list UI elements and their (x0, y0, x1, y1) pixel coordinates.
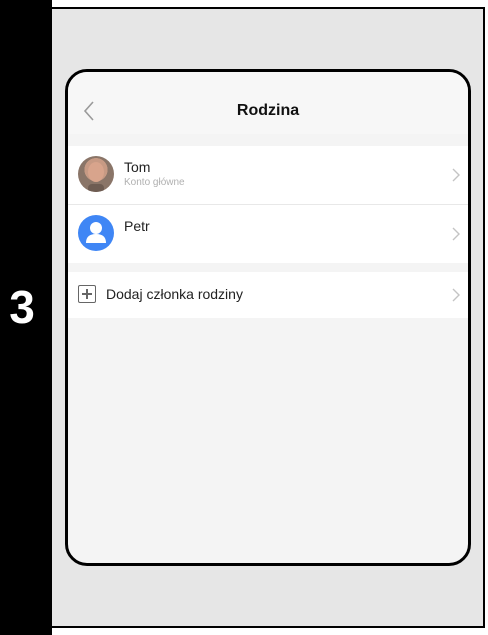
add-member-button[interactable]: Dodaj członka rodziny (68, 272, 468, 318)
member-row-tom[interactable]: Tom Konto główne (68, 146, 468, 204)
members-list: Tom Konto główne Petr (68, 146, 468, 263)
member-name: Petr (124, 218, 150, 234)
default-user-icon (86, 222, 106, 243)
member-name: Tom (124, 159, 151, 175)
page-title: Rodzina (236, 102, 300, 119)
chevron-right-icon (452, 227, 460, 241)
add-member-label: Dodaj członka rodziny (106, 286, 243, 302)
plus-square-icon (78, 285, 96, 303)
phone-screen: Rodzina Tom Konto główne Petr Dodaj czło… (65, 69, 471, 566)
avatar (78, 215, 114, 251)
add-member-section: Dodaj członka rodziny (68, 272, 468, 318)
chevron-right-icon (452, 168, 460, 182)
member-row-petr[interactable]: Petr (68, 204, 468, 263)
step-number: 3 (9, 281, 35, 333)
member-subtitle: Konto główne (124, 177, 185, 188)
user-photo-icon (88, 162, 104, 192)
avatar (78, 156, 114, 192)
chevron-right-icon (452, 288, 460, 302)
top-navigation-bar: Rodzina (68, 72, 468, 134)
left-step-bar: 3 (0, 0, 52, 635)
